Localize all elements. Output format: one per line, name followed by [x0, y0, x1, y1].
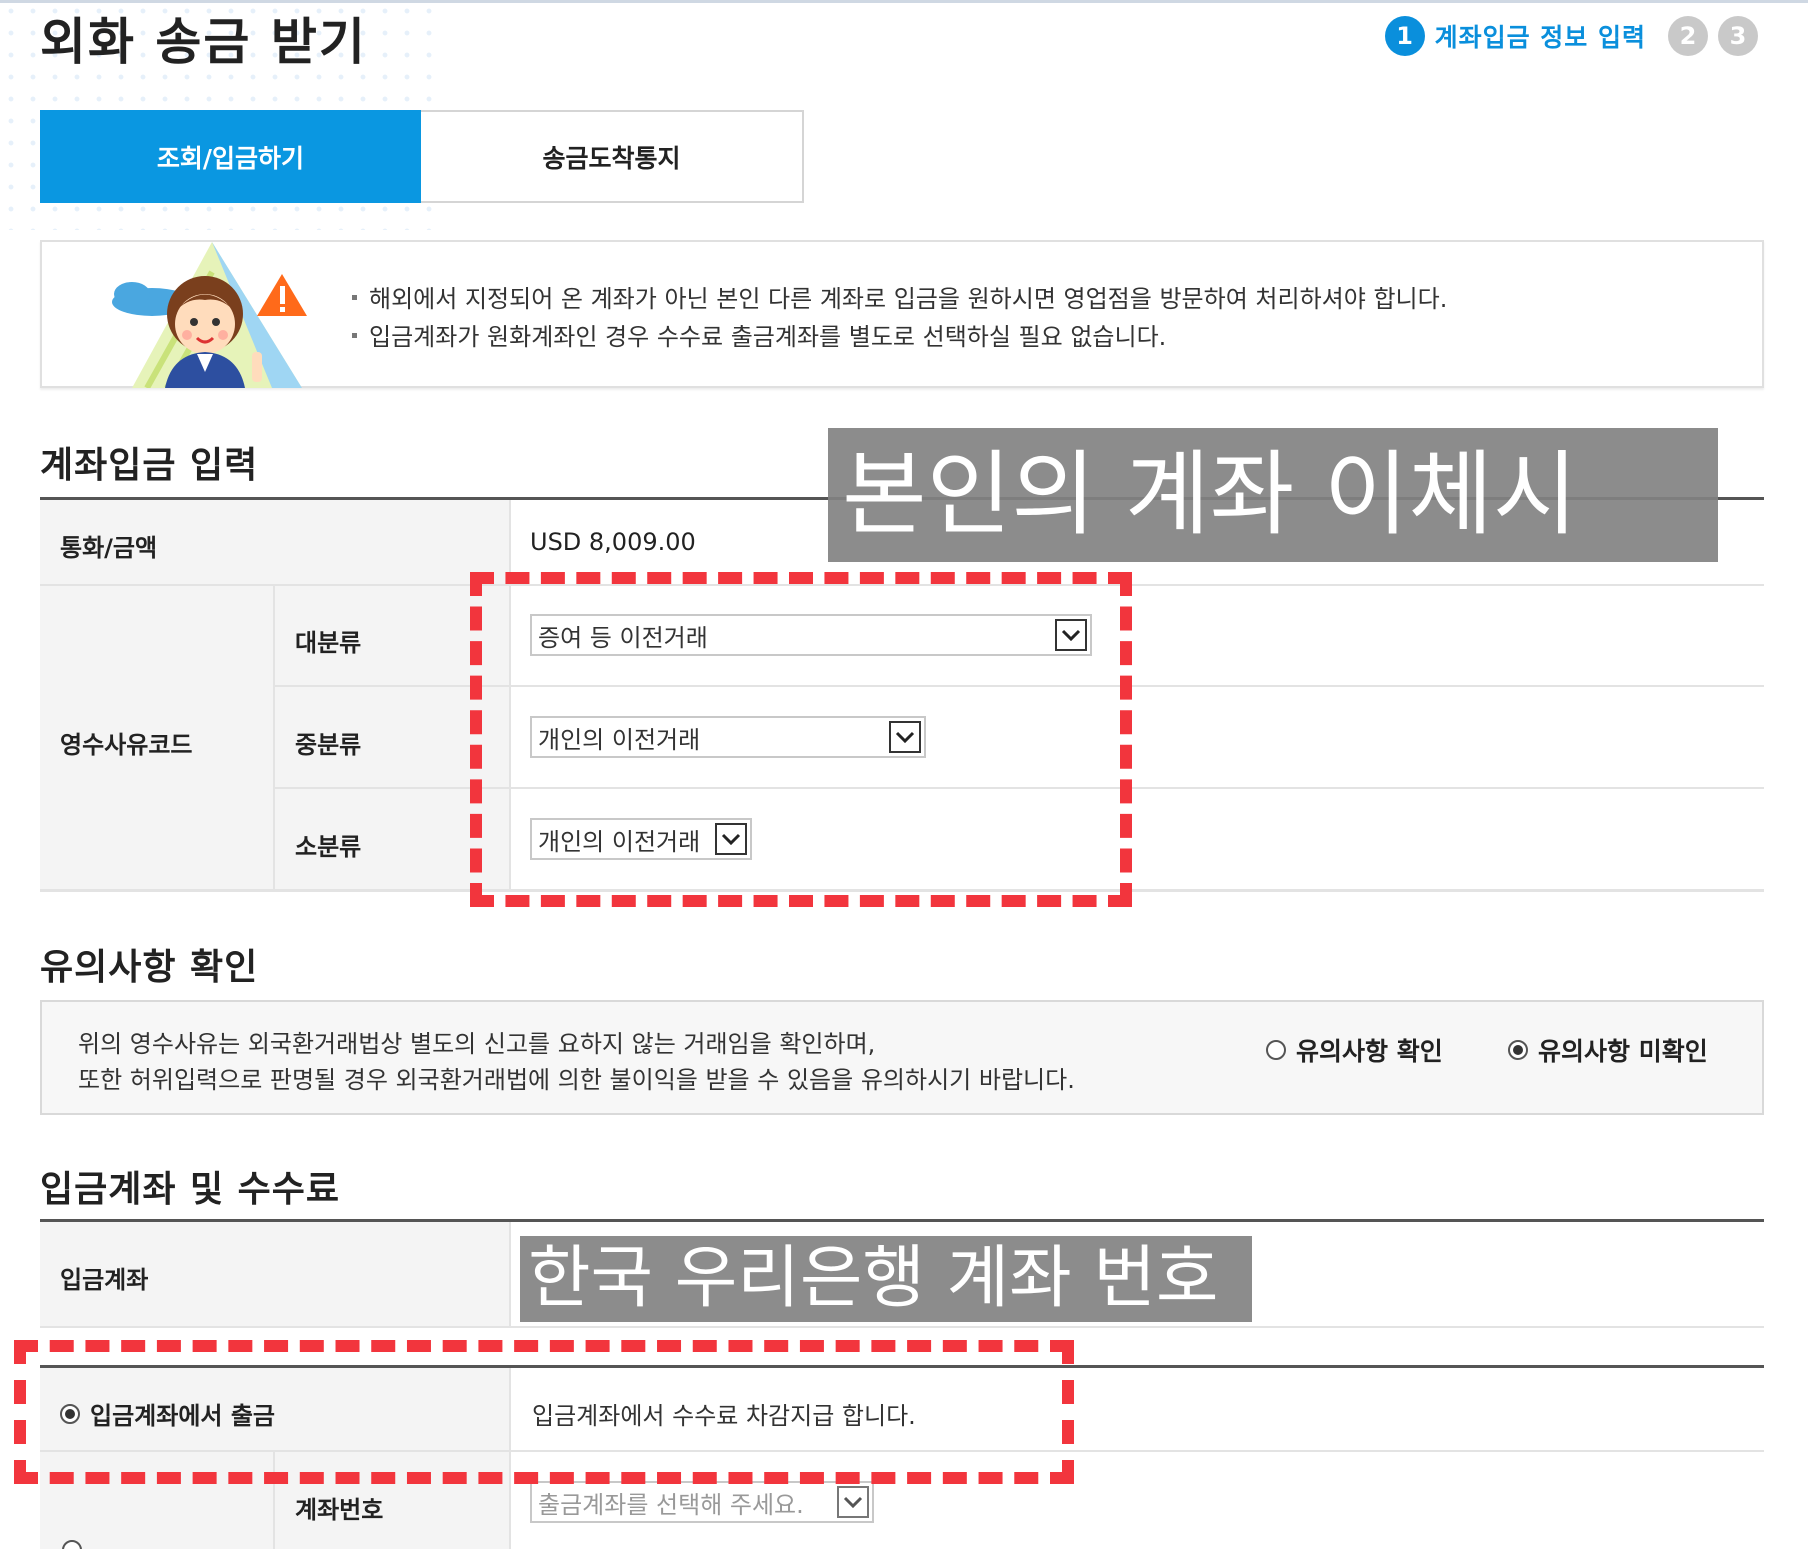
step-1-label: 계좌입금 정보 입력 [1434, 23, 1646, 52]
withdrawal-account-select[interactable]: 출금계좌를 선택해 주세요. [530, 1481, 874, 1523]
currency-amount-label: 통화/금액 [60, 534, 158, 562]
radio-checked-icon [1508, 1040, 1528, 1060]
section-title-deposit-input: 계좌입금 입력 [40, 445, 259, 486]
caution-text-line-1: 위의 영수사유는 외국환거래법상 별도의 신고를 요하지 않는 거래임을 확인하… [78, 1030, 876, 1058]
tab-bar: 조회/입금하기 송금도착통지 [40, 110, 804, 203]
overlay-caption-own-account-transfer: 본인의 계좌 이체시 [828, 428, 1718, 562]
currency-amount-value: USD 8,009.00 [530, 528, 696, 556]
notice-text: 해외에서 지정되어 온 계좌가 아닌 본인 다른 계좌로 입금을 원하시면 영업… [352, 280, 1447, 356]
radio-caution-confirm[interactable]: 유의사항 확인 [1266, 1032, 1443, 1068]
step-indicator: 1 계좌입금 정보 입력 2 3 [1384, 16, 1758, 56]
notice-line-2: 입금계좌가 원화계좌인 경우 수수료 출금계좌를 별도로 선택하실 필요 없습니… [352, 318, 1447, 356]
receipt-reason-code-label: 영수사유코드 [60, 731, 193, 759]
caution-text-line-2: 또한 허위입력으로 판명될 경우 외국환거래법에 의한 불이익을 받을 수 있음… [78, 1066, 1075, 1094]
annotation-highlight-reason-codes [470, 572, 1132, 907]
minor-category-label: 소분류 [295, 833, 362, 861]
overlay-caption-korea-woori-account: 한국 우리은행 계좌 번호 [520, 1236, 1252, 1322]
tab-inquiry-deposit[interactable]: 조회/입금하기 [40, 110, 421, 203]
notice-box: 해외에서 지정되어 온 계좌가 아닌 본인 다른 계좌로 입금을 원하시면 영업… [40, 240, 1764, 388]
partial-row-radio[interactable] [60, 1538, 300, 1549]
account-number-label: 계좌번호 [295, 1496, 384, 1524]
notice-line-1: 해외에서 지정되어 온 계좌가 아닌 본인 다른 계좌로 입금을 원하시면 영업… [352, 280, 1447, 318]
step-1-badge: 1 [1384, 16, 1425, 56]
staff-character-illustration [112, 242, 307, 388]
radio-unchecked-icon [1266, 1040, 1286, 1060]
withdrawal-account-placeholder: 출금계좌를 선택해 주세요. [538, 1490, 804, 1519]
step-3-badge: 3 [1718, 16, 1758, 56]
page-title: 외화 송금 받기 [40, 13, 367, 71]
radio-caution-confirm-label: 유의사항 확인 [1296, 1037, 1443, 1066]
radio-unchecked-icon [62, 1540, 82, 1549]
section-title-account-fee: 입금계좌 및 수수료 [40, 1169, 341, 1210]
step-2-badge: 2 [1668, 16, 1708, 56]
caution-box: 위의 영수사유는 외국환거래법상 별도의 신고를 요하지 않는 거래임을 확인하… [40, 1000, 1764, 1115]
radio-caution-unconfirm[interactable]: 유의사항 미확인 [1508, 1032, 1708, 1068]
chevron-down-icon [837, 1486, 869, 1518]
middle-category-label: 중분류 [295, 731, 362, 759]
annotation-highlight-fee-option [14, 1340, 1074, 1484]
section-title-caution: 유의사항 확인 [40, 947, 259, 988]
deposit-account-label: 입금계좌 [60, 1266, 149, 1294]
tab-arrival-notice[interactable]: 송금도착통지 [421, 110, 804, 203]
major-category-label: 대분류 [295, 629, 362, 657]
caution-text: 위의 영수사유는 외국환거래법상 별도의 신고를 요하지 않는 거래임을 확인하… [78, 1026, 1075, 1098]
radio-caution-unconfirm-label: 유의사항 미확인 [1538, 1037, 1708, 1066]
